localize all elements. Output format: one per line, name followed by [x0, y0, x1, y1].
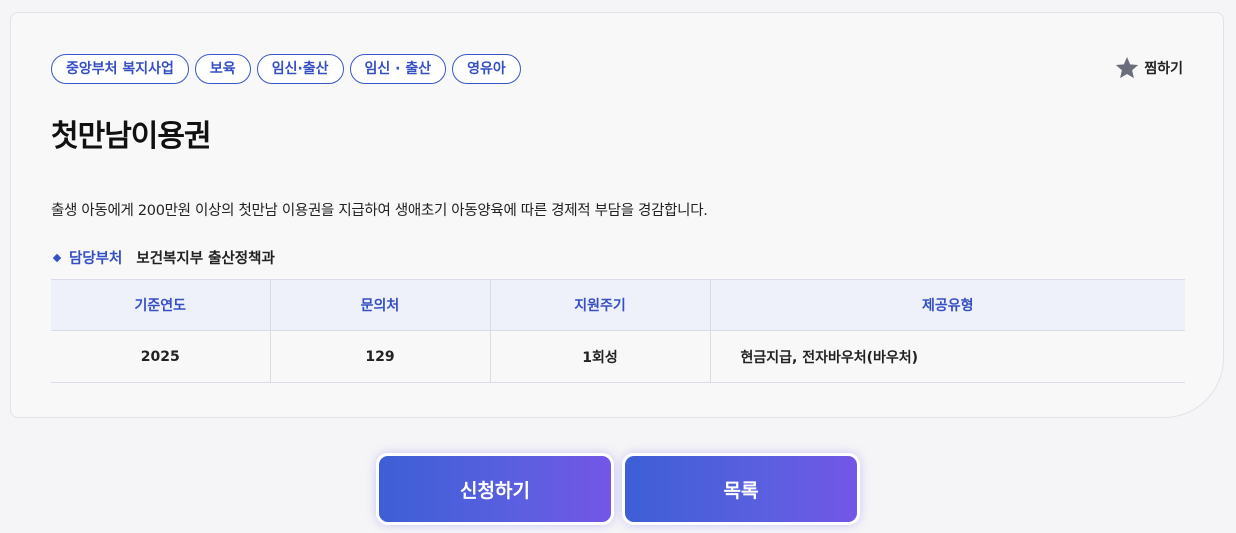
header-support-cycle: 지원주기 [490, 279, 711, 331]
service-description: 출생 아동에게 200만원 이상의 첫만남 이용권을 지급하여 생애초기 아동양… [51, 203, 708, 219]
cell-provision-type: 현금지급, 전자바우처(바우처) [710, 330, 1185, 383]
tag-pregnancy-birth[interactable]: 임신·출산 [256, 54, 344, 84]
department-info: 담당부처 보건복지부 출산정책과 [51, 247, 275, 268]
tag-childcare[interactable]: 보육 [194, 54, 251, 84]
diamond-bullet-icon [52, 253, 62, 262]
cell-support-cycle: 1회성 [490, 330, 711, 383]
star-icon [1116, 56, 1139, 79]
cell-contact: 129 [270, 330, 491, 383]
department-label: 담당부처 [69, 251, 123, 267]
favorite-button[interactable]: 찜하기 [1114, 55, 1183, 81]
table-header-row: 기준연도 문의처 지원주기 제공유형 [51, 279, 1185, 331]
favorite-label: 찜하기 [1144, 61, 1183, 77]
department-value: 보건복지부 출산정책과 [136, 251, 275, 267]
service-detail-card: 중앙부처 복지사업 보육 임신·출산 임신 · 출산 영유아 찜하기 첫만남이용… [10, 12, 1224, 418]
cell-base-year: 2025 [51, 330, 271, 383]
page-title: 첫만남이용권 [51, 119, 212, 154]
service-info-table: 기준연도 문의처 지원주기 제공유형 2025 129 1회성 현금지급, 전자… [51, 279, 1185, 383]
tag-infant[interactable]: 영유아 [452, 54, 521, 84]
action-buttons: 신청하기 목록 [376, 453, 860, 525]
tag-central-welfare[interactable]: 중앙부처 복지사업 [51, 54, 189, 84]
header-contact: 문의처 [270, 279, 491, 331]
tag-list: 중앙부처 복지사업 보육 임신·출산 임신 · 출산 영유아 [51, 54, 521, 84]
tag-pregnancy-birth-2[interactable]: 임신 · 출산 [349, 54, 447, 84]
apply-button[interactable]: 신청하기 [376, 453, 614, 525]
header-provision-type: 제공유형 [710, 279, 1185, 331]
list-button[interactable]: 목록 [622, 453, 860, 525]
header-base-year: 기준연도 [51, 279, 271, 331]
table-row: 2025 129 1회성 현금지급, 전자바우처(바우처) [51, 330, 1185, 383]
